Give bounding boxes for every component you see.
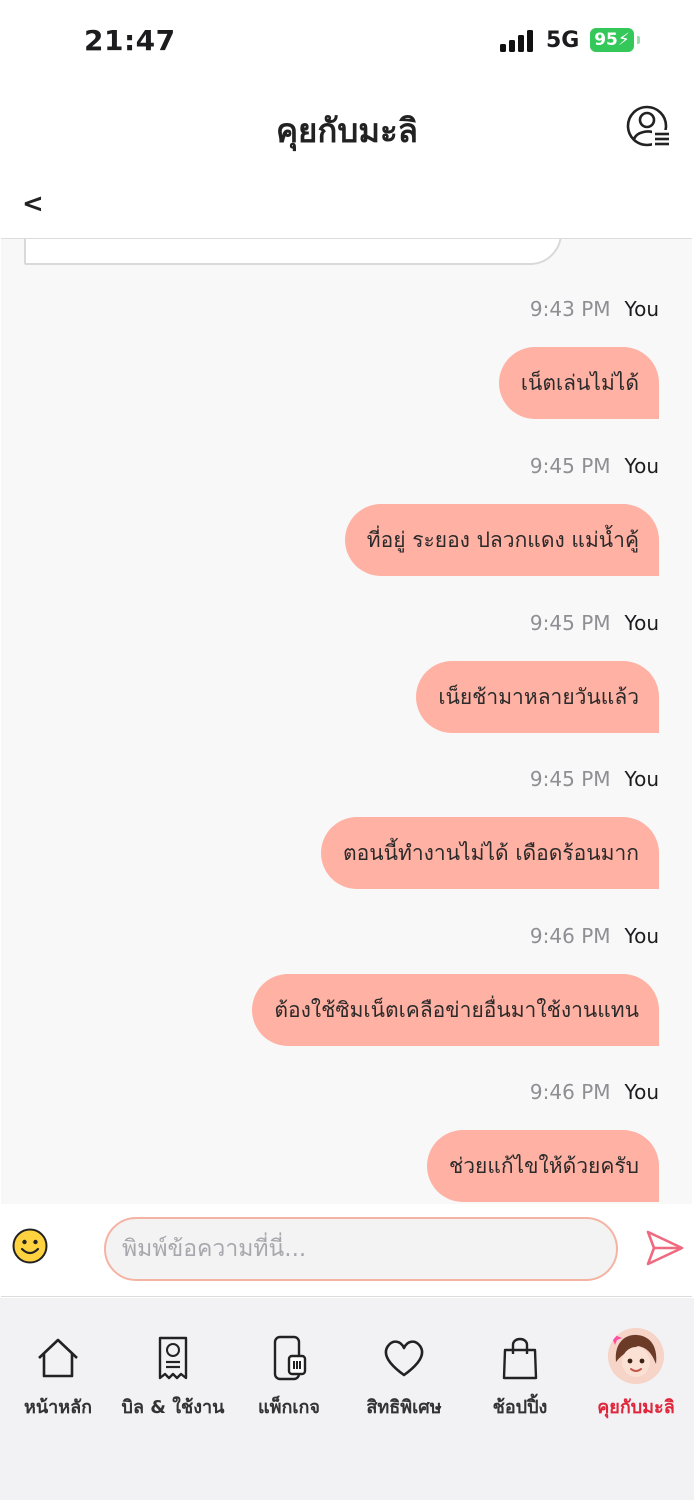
message-meta: 9:46 PM You bbox=[530, 1080, 659, 1108]
message-time: 9:46 PM bbox=[529, 1080, 611, 1104]
message-sender: You bbox=[624, 1080, 659, 1104]
user-message-bubble[interactable]: ตอนนี้ทำงานไม่ได้ เดือดร้อนมาก bbox=[321, 817, 659, 889]
nav-item-privileges[interactable]: สิทธิพิเศษ bbox=[346, 1328, 462, 1428]
user-message-bubble[interactable]: เน็ยช้ามาหลายวันแล้ว bbox=[416, 661, 659, 733]
nav-item-bills[interactable]: บิล & ใช้งาน bbox=[115, 1328, 231, 1428]
bottom-navigation: หน้าหลัก บิล & ใช้งาน แพ็กเกจ สิทธิพิเศษ bbox=[0, 1298, 694, 1500]
message-composer bbox=[1, 1204, 692, 1297]
message-time: 9:46 PM bbox=[529, 924, 611, 948]
battery-icon: 95⚡ bbox=[590, 28, 634, 52]
message-time: 9:43 PM bbox=[529, 297, 611, 321]
message-sender: You bbox=[624, 611, 659, 635]
page-title: คุยกับมะลิ bbox=[275, 111, 419, 150]
nav-item-packages[interactable]: แพ็กเกจ bbox=[231, 1328, 347, 1428]
message-meta: 9:45 PM You bbox=[530, 454, 659, 482]
user-message-bubble[interactable]: ช่วยแก้ไขให้ด้วยครับ bbox=[426, 1130, 659, 1202]
signal-icon bbox=[500, 30, 536, 52]
battery-level: 95 bbox=[594, 30, 618, 50]
nav-label: ช้อปปิ้ง bbox=[492, 1397, 548, 1418]
message-time: 9:45 PM bbox=[529, 767, 611, 791]
network-type: 5G bbox=[546, 28, 580, 53]
chat-messages[interactable]: 9:43 PM You เน็ตเล่นไม่ได้ 9:45 PM You ที่… bbox=[1, 238, 692, 1205]
nav-item-mali-chat[interactable]: คุยกับมะลิ bbox=[578, 1328, 694, 1428]
message-time: 9:45 PM bbox=[529, 454, 611, 478]
profile-menu-icon[interactable] bbox=[626, 103, 672, 149]
status-bar: 21:47 5G 95⚡ bbox=[0, 0, 694, 84]
nav-item-shopping[interactable]: ช้อปปิ้ง bbox=[462, 1328, 578, 1428]
nav-label: หน้าหลัก bbox=[23, 1397, 93, 1418]
message-sender: You bbox=[624, 924, 659, 948]
shopping-bag-icon bbox=[502, 1337, 538, 1380]
home-icon bbox=[38, 1338, 78, 1378]
nav-label: คุยกับมะลิ bbox=[597, 1397, 675, 1418]
chat-header: คุยกับมะลิ bbox=[0, 84, 694, 168]
message-sender: You bbox=[624, 297, 659, 321]
nav-label: สิทธิพิเศษ bbox=[366, 1397, 442, 1418]
nav-label: แพ็กเกจ bbox=[258, 1397, 320, 1418]
mali-avatar bbox=[608, 1328, 664, 1384]
heart-icon bbox=[384, 1340, 424, 1377]
previous-message-bubble bbox=[24, 239, 562, 265]
user-message-bubble[interactable]: ต้องใช้ซิมเน็ตเคลือข่ายอื่นมาใช้งานแทน bbox=[252, 974, 659, 1046]
message-meta: 9:43 PM You bbox=[530, 297, 659, 325]
send-icon[interactable] bbox=[645, 1228, 685, 1268]
message-meta: 9:46 PM You bbox=[530, 924, 659, 952]
nav-item-home[interactable]: หน้าหลัก bbox=[0, 1328, 116, 1428]
user-message-bubble[interactable]: เน็ตเล่นไม่ได้ bbox=[498, 347, 659, 419]
emoji-icon[interactable] bbox=[12, 1228, 48, 1264]
back-button[interactable]: < bbox=[22, 188, 46, 220]
status-time: 21:47 bbox=[84, 24, 176, 57]
message-meta: 9:45 PM You bbox=[530, 767, 659, 795]
user-message-bubble[interactable]: ที่อยู่ ระยอง ปลวกแดง แม่น้ำคู้ bbox=[344, 504, 659, 576]
message-sender: You bbox=[624, 454, 659, 478]
battery-tip bbox=[637, 36, 640, 44]
message-time: 9:45 PM bbox=[529, 611, 611, 635]
nav-label: บิล & ใช้งาน bbox=[121, 1397, 225, 1418]
message-sender: You bbox=[624, 767, 659, 791]
bill-receipt-icon bbox=[158, 1336, 188, 1380]
sim-package-icon bbox=[273, 1335, 307, 1381]
message-input[interactable] bbox=[104, 1217, 618, 1281]
message-meta: 9:45 PM You bbox=[530, 611, 659, 639]
